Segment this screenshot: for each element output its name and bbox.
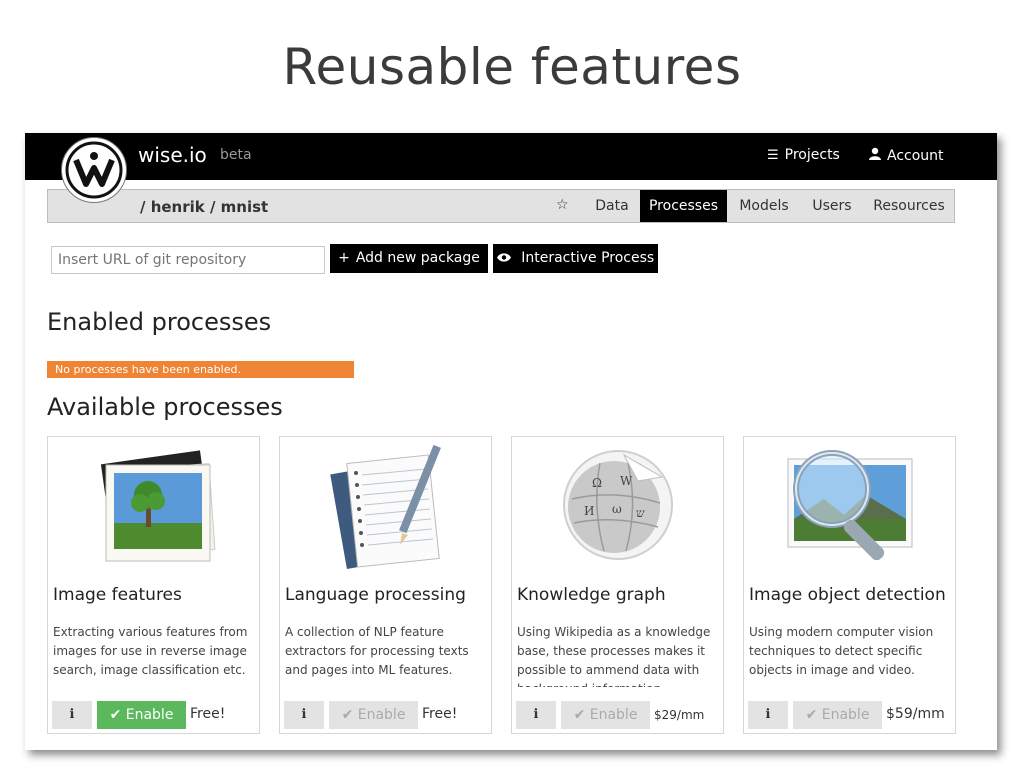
star-icon[interactable]: ☆ bbox=[556, 197, 569, 213]
check-icon: ✔ bbox=[573, 707, 586, 723]
enable-label: Enable bbox=[125, 707, 174, 723]
enable-label: Enable bbox=[821, 707, 870, 723]
tab-models[interactable]: Models bbox=[736, 190, 792, 222]
price-label: Free! bbox=[422, 706, 458, 722]
list-icon: ☰ bbox=[767, 147, 779, 163]
eye-icon bbox=[496, 250, 515, 266]
beta-label: beta bbox=[220, 147, 252, 163]
card-description: Using Wikipedia as a knowledge base, the… bbox=[517, 625, 711, 687]
process-card-knowledge-graph: Ω W Иωש Knowledge graph Using Wikipedia a… bbox=[511, 436, 724, 734]
price-label: Free! bbox=[190, 706, 226, 722]
magnifier-photo-icon bbox=[744, 437, 955, 577]
user-icon bbox=[869, 147, 881, 164]
card-description: Extracting various features from images … bbox=[53, 625, 248, 677]
enable-button[interactable]: ✔ Enable bbox=[793, 701, 882, 729]
interactive-process-label: Interactive Process bbox=[521, 250, 655, 266]
available-processes-heading: Available processes bbox=[47, 393, 283, 421]
info-icon: ℹ bbox=[301, 707, 307, 722]
svg-text:И: И bbox=[584, 504, 594, 518]
check-icon: ✔ bbox=[805, 707, 818, 723]
info-button[interactable]: ℹ bbox=[516, 701, 556, 729]
photo-icon bbox=[48, 437, 259, 577]
nav-projects-label: Projects bbox=[784, 147, 840, 163]
wikipedia-globe-icon: Ω W Иωש bbox=[512, 437, 723, 577]
enable-label: Enable bbox=[589, 707, 638, 723]
top-navbar: wise.io beta ☰ Projects Account bbox=[25, 133, 997, 180]
wiseio-logo-icon[interactable] bbox=[61, 137, 127, 203]
info-button[interactable]: ℹ bbox=[52, 701, 92, 729]
card-title: Image object detection bbox=[749, 585, 946, 605]
slide-title: Reusable features bbox=[282, 38, 742, 96]
enabled-processes-heading: Enabled processes bbox=[47, 308, 272, 336]
card-title: Knowledge graph bbox=[517, 585, 666, 605]
svg-text:W: W bbox=[620, 474, 633, 488]
no-processes-alert: No processes have been enabled. bbox=[47, 361, 354, 378]
nav-projects[interactable]: ☰ Projects bbox=[767, 147, 840, 163]
svg-text:ω: ω bbox=[612, 502, 622, 516]
info-button[interactable]: ℹ bbox=[284, 701, 324, 729]
tab-resources[interactable]: Resources bbox=[870, 190, 948, 222]
add-package-label: Add new package bbox=[355, 250, 480, 266]
process-card-image-features: Image features Extracting various featur… bbox=[47, 436, 260, 734]
tab-users[interactable]: Users bbox=[807, 190, 857, 222]
project-subbar: / henrik / mnist ☆ Data Processes Models… bbox=[47, 189, 955, 223]
enable-button[interactable]: ✔ Enable bbox=[329, 701, 418, 729]
nav-account[interactable]: Account bbox=[869, 147, 944, 164]
enable-button[interactable]: ✔ Enable bbox=[561, 701, 650, 729]
price-label: $29/mm bbox=[654, 708, 705, 722]
svg-text:ש: ש bbox=[636, 506, 645, 520]
process-card-language-processing: Language processing A collection of NLP … bbox=[279, 436, 492, 734]
enable-label: Enable bbox=[357, 707, 406, 723]
brand-name[interactable]: wise.io bbox=[138, 143, 207, 167]
info-button[interactable]: ℹ bbox=[748, 701, 788, 729]
notepad-icon bbox=[280, 437, 491, 577]
info-icon: ℹ bbox=[533, 707, 539, 722]
check-icon: ✔ bbox=[109, 707, 122, 723]
plus-icon: + bbox=[338, 250, 350, 266]
interactive-process-button[interactable]: Interactive Process bbox=[493, 244, 658, 273]
add-package-button[interactable]: + Add new package bbox=[330, 244, 488, 273]
tab-processes[interactable]: Processes bbox=[640, 190, 727, 222]
git-url-input[interactable] bbox=[51, 246, 325, 274]
check-icon: ✔ bbox=[341, 707, 354, 723]
enable-button[interactable]: ✔ Enable bbox=[97, 701, 186, 729]
process-card-image-object-detection: Image object detection Using modern comp… bbox=[743, 436, 956, 734]
nav-account-label: Account bbox=[887, 147, 944, 164]
card-description: Using modern computer vision techniques … bbox=[749, 625, 934, 677]
app-screenshot: wise.io beta ☰ Projects Account / henrik… bbox=[25, 133, 997, 750]
price-label: $59/mm bbox=[886, 706, 945, 722]
info-icon: ℹ bbox=[69, 707, 75, 722]
tab-data[interactable]: Data bbox=[593, 190, 631, 222]
info-icon: ℹ bbox=[765, 707, 771, 722]
card-description: A collection of NLP feature extractors f… bbox=[285, 625, 469, 677]
card-title: Image features bbox=[53, 585, 182, 605]
card-title: Language processing bbox=[285, 585, 466, 605]
breadcrumb[interactable]: / henrik / mnist bbox=[140, 198, 268, 216]
svg-text:Ω: Ω bbox=[592, 476, 602, 490]
